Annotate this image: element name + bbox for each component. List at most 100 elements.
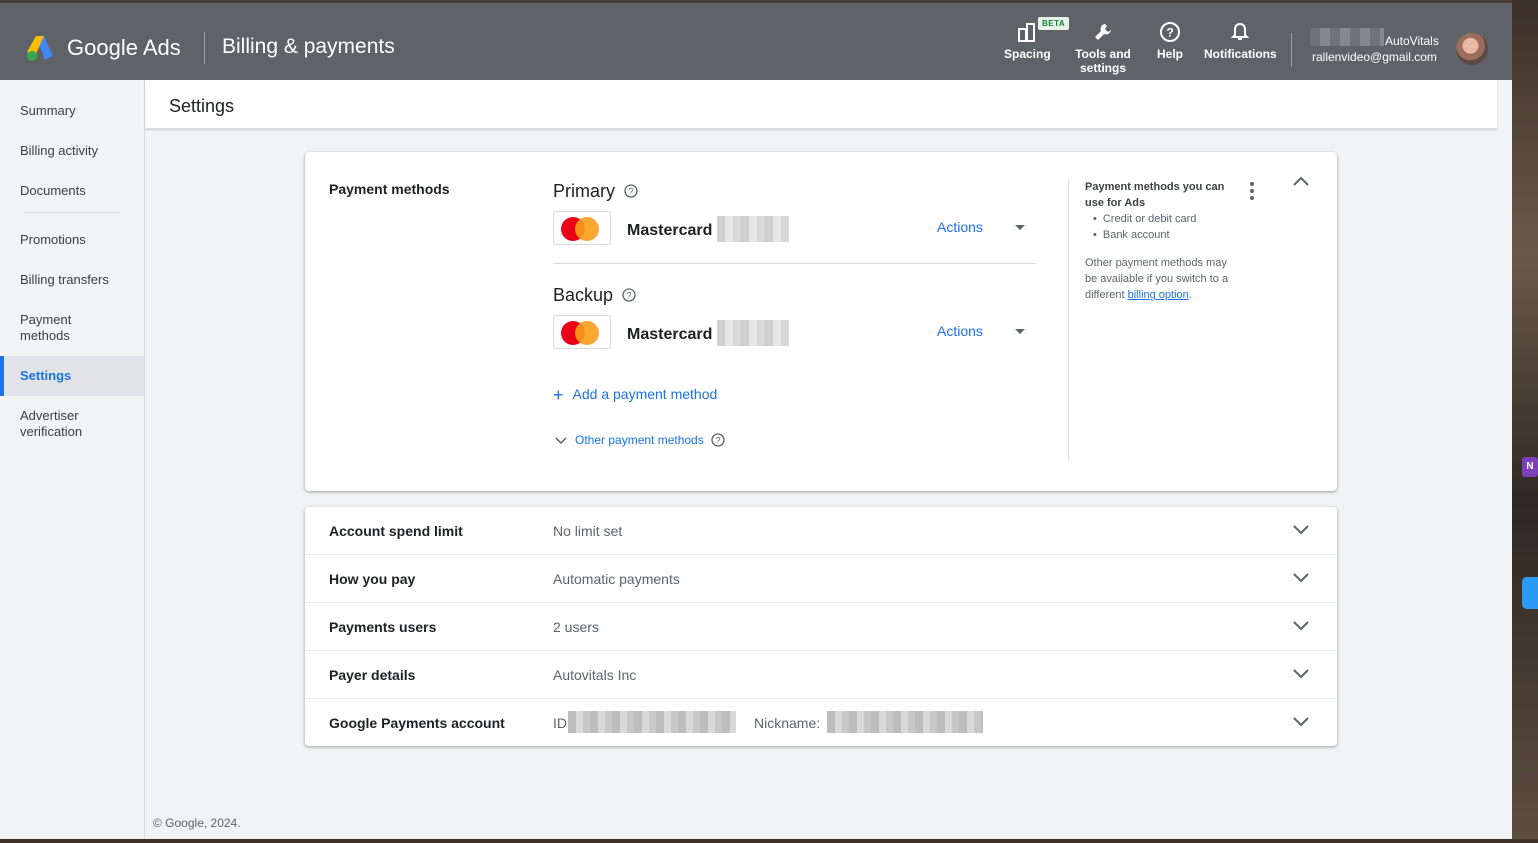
- info-note-end: .: [1188, 289, 1192, 301]
- payment-divider: [553, 263, 1036, 264]
- help-label: Help: [1157, 47, 1184, 61]
- chevron-down-icon[interactable]: [1292, 522, 1310, 536]
- account-divider: [1291, 33, 1292, 67]
- redacted-card-number: [717, 320, 789, 346]
- chevron-down-icon: [555, 437, 567, 445]
- other-payment-methods-toggle[interactable]: Other payment methods ?: [555, 433, 725, 447]
- sidebar-item-summary[interactable]: Summary: [0, 103, 144, 119]
- wrench-icon: [1095, 24, 1111, 40]
- table-row[interactable]: Payer details Autovitals Inc: [305, 651, 1337, 699]
- redacted-card-number: [717, 216, 789, 242]
- finder-dock-icon[interactable]: [1522, 577, 1538, 609]
- redacted-account-id: [1310, 28, 1384, 46]
- billing-option-link[interactable]: billing option: [1128, 289, 1189, 301]
- header-page-name: Billing & payments: [222, 35, 395, 58]
- sidebar-item-billing-activity[interactable]: Billing activity: [0, 143, 144, 159]
- chevron-down-icon[interactable]: [1292, 618, 1310, 632]
- settings-list-card: Account spend limit No limit set How you…: [305, 507, 1337, 746]
- row-label: Google Payments account: [329, 715, 505, 731]
- spacing-label: Spacing: [1004, 47, 1051, 61]
- sidebar-divider: [24, 212, 120, 213]
- primary-help-icon[interactable]: ?: [624, 184, 638, 198]
- table-row[interactable]: Payments users 2 users: [305, 603, 1337, 651]
- row-value: 2 users: [553, 619, 599, 635]
- avatar[interactable]: [1456, 33, 1488, 65]
- sidebar-item-payment-methods[interactable]: Payment methods: [0, 312, 100, 344]
- row-value: Automatic payments: [553, 571, 680, 587]
- spacing-icon: [1018, 23, 1036, 42]
- row-value: No limit set: [553, 523, 623, 539]
- backup-help-icon[interactable]: ?: [622, 288, 636, 302]
- tools-label: Tools and settings: [1075, 47, 1131, 75]
- sidebar-item-billing-transfers[interactable]: Billing transfers: [0, 272, 144, 288]
- help-button[interactable]: ? Help: [1157, 21, 1183, 61]
- row-value: ID: [553, 715, 567, 731]
- add-payment-method-label: Add a payment method: [572, 386, 718, 402]
- notifications-button[interactable]: Notifications: [1204, 21, 1277, 61]
- list-item: Bank account: [1093, 227, 1235, 243]
- plus-icon: +: [553, 385, 564, 405]
- chevron-down-icon[interactable]: [1292, 714, 1310, 728]
- row-label: How you pay: [329, 571, 416, 587]
- row-label: Account spend limit: [329, 523, 463, 539]
- page-title-bar: Settings: [145, 80, 1497, 129]
- other-methods-help-icon[interactable]: ?: [711, 433, 725, 447]
- copyright-footer: © Google, 2024.: [153, 816, 241, 830]
- sidebar-item-advertiser-verification[interactable]: Advertiser verification: [0, 408, 110, 440]
- table-row[interactable]: How you pay Automatic payments: [305, 555, 1337, 603]
- svg-text:?: ?: [626, 291, 631, 301]
- info-note: Other payment methods may be available i…: [1085, 255, 1235, 303]
- payment-options-list: Credit or debit card Bank account: [1085, 211, 1235, 243]
- backup-card-name: Mastercard: [627, 326, 713, 343]
- row-label: Payments users: [329, 619, 437, 635]
- svg-text:?: ?: [628, 187, 633, 197]
- top-header: Google Ads Billing & payments Spacing BE…: [0, 3, 1512, 80]
- payment-info-panel: Payment methods you can use for Ads Cred…: [1085, 179, 1235, 303]
- payment-methods-label: Payment methods: [329, 181, 450, 197]
- sidebar-item-documents[interactable]: Documents: [0, 183, 144, 199]
- backup-actions-button[interactable]: Actions: [937, 323, 983, 339]
- primary-title: Primary: [553, 181, 615, 201]
- svg-text:?: ?: [1166, 26, 1173, 40]
- backup-actions-caret-icon[interactable]: [1015, 329, 1025, 334]
- desktop-background: [1512, 0, 1538, 843]
- account-name[interactable]: AutoVitals: [1385, 34, 1439, 48]
- table-row[interactable]: Account spend limit No limit set: [305, 507, 1337, 555]
- desktop-bottom-edge: [0, 839, 1538, 843]
- sidebar-item-settings[interactable]: Settings: [0, 356, 144, 396]
- primary-actions-caret-icon[interactable]: [1015, 225, 1025, 230]
- chevron-down-icon[interactable]: [1292, 666, 1310, 680]
- other-payment-methods-label: Other payment methods: [575, 433, 704, 447]
- chevron-up-icon[interactable]: [1292, 175, 1310, 187]
- table-row[interactable]: Google Payments account ID Nickname:: [305, 699, 1337, 747]
- page-title: Settings: [169, 96, 235, 116]
- primary-card-name: Mastercard: [627, 222, 713, 239]
- sidebar: Summary Billing activity Documents Promo…: [0, 80, 145, 839]
- svg-text:?: ?: [716, 436, 721, 446]
- row-label: Payer details: [329, 667, 416, 683]
- info-divider: [1068, 179, 1069, 461]
- primary-actions-button[interactable]: Actions: [937, 219, 983, 235]
- mastercard-logo-icon: [553, 211, 611, 245]
- list-item: Credit or debit card: [1093, 211, 1235, 227]
- redacted-nickname: [827, 711, 983, 733]
- mastercard-logo-icon: [553, 315, 611, 349]
- tools-and-settings-button[interactable]: Tools and settings: [1074, 21, 1132, 75]
- payment-methods-card: Payment methods Primary ? Mastercard Act…: [305, 152, 1337, 491]
- bell-icon: [1230, 22, 1250, 40]
- redacted-payments-id: [568, 711, 736, 733]
- nickname-label: Nickname:: [754, 715, 821, 731]
- more-options-icon[interactable]: [1250, 182, 1254, 203]
- notifications-label: Notifications: [1204, 47, 1277, 61]
- brand-name[interactable]: Google Ads: [67, 35, 181, 61]
- google-ads-app: Google Ads Billing & payments Spacing BE…: [0, 3, 1512, 839]
- sidebar-item-promotions[interactable]: Promotions: [0, 232, 144, 248]
- info-title: Payment methods you can use for Ads: [1085, 181, 1225, 209]
- account-email[interactable]: rallenvideo@gmail.com: [1312, 50, 1437, 64]
- backup-title: Backup: [553, 285, 614, 305]
- header-divider: [204, 32, 205, 64]
- onenote-dock-icon[interactable]: N: [1522, 457, 1538, 477]
- add-payment-method-button[interactable]: + Add a payment method: [553, 385, 717, 406]
- google-ads-logo-icon[interactable]: [25, 34, 55, 62]
- chevron-down-icon[interactable]: [1292, 570, 1310, 584]
